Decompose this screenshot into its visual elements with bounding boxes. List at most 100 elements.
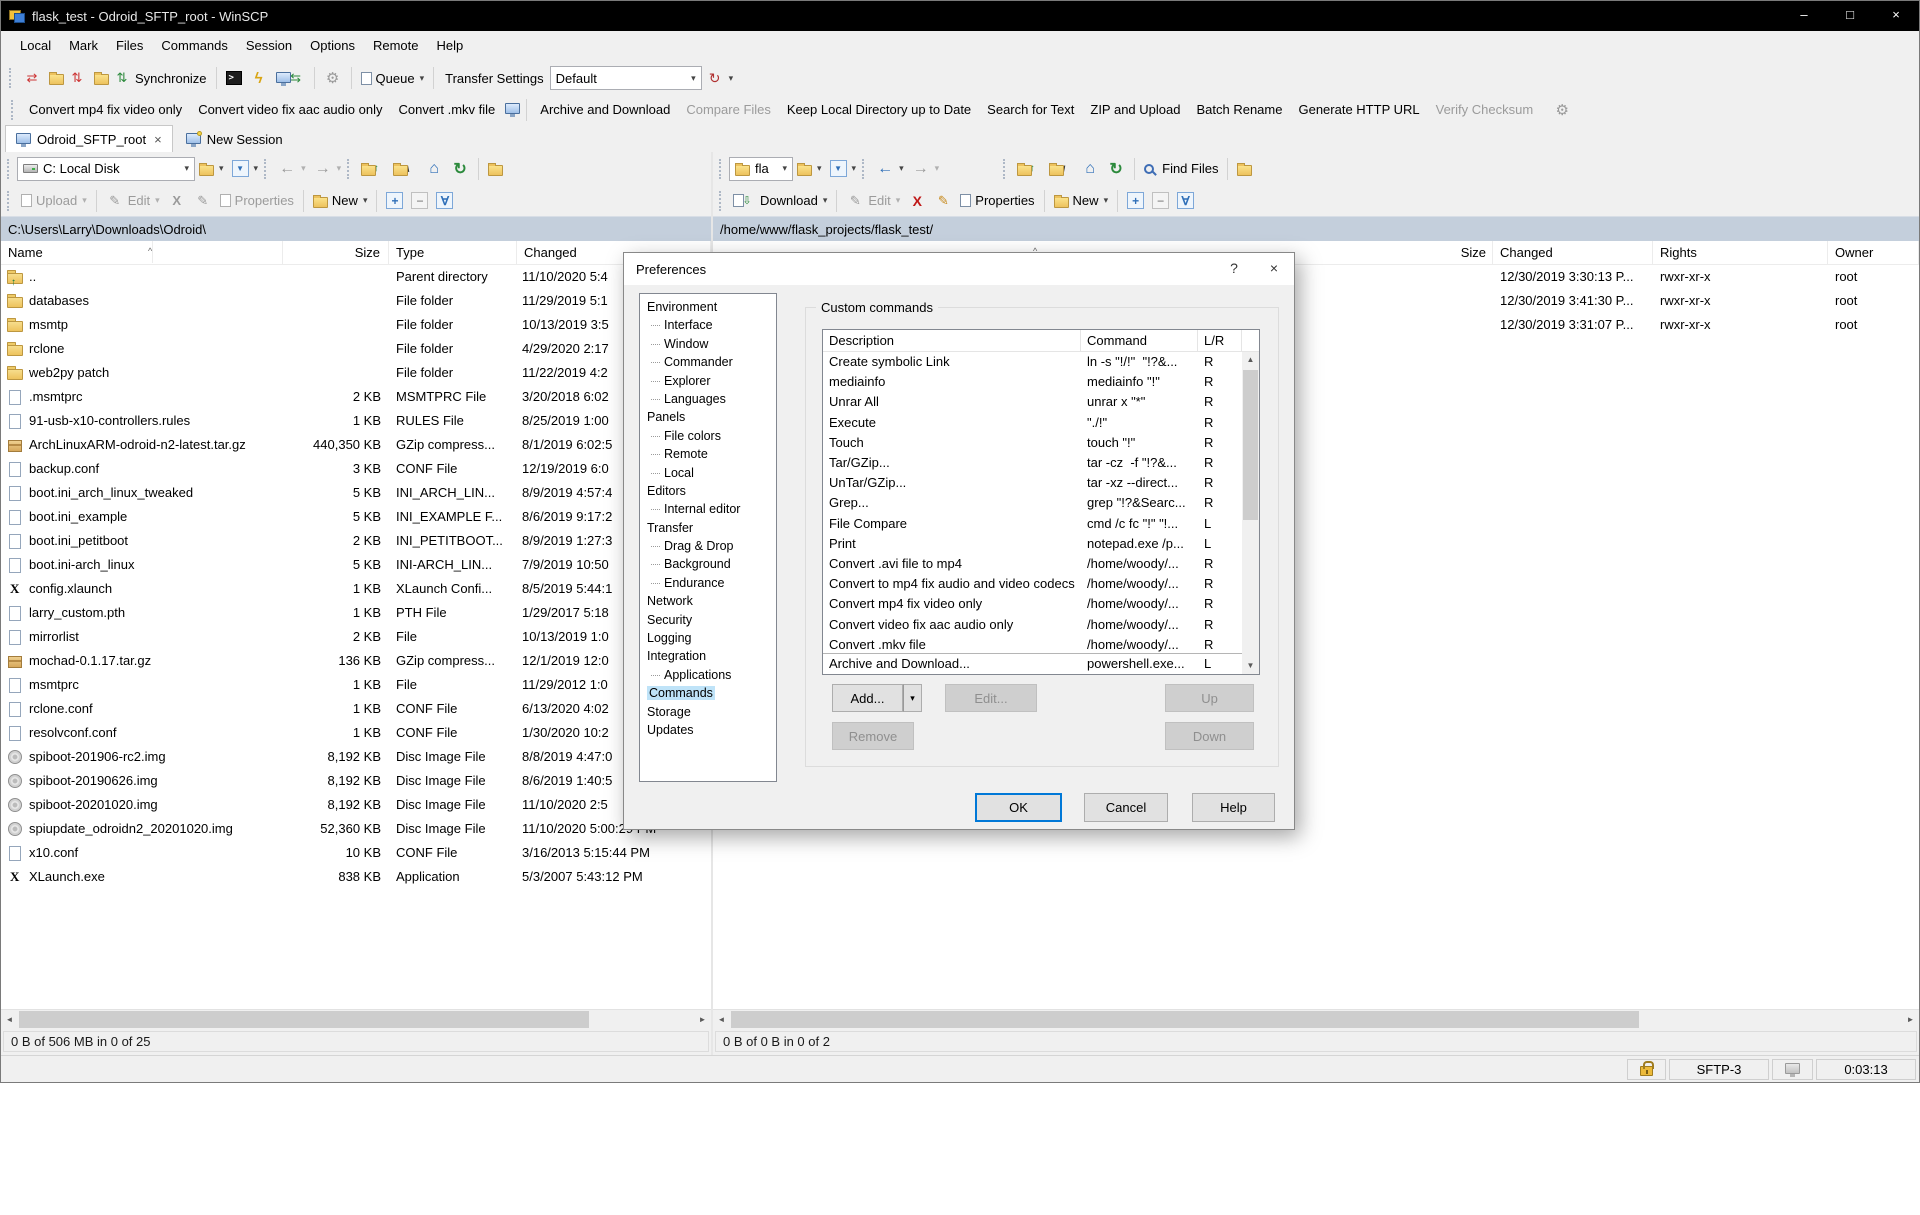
- tree-item-updates[interactable]: Updates: [640, 721, 776, 739]
- column-header-command[interactable]: Command: [1081, 330, 1198, 351]
- file-row[interactable]: boot.ini_arch_linux_tweaked 5 KB INI_ARC…: [1, 481, 711, 505]
- rename-button[interactable]: ✎: [190, 188, 216, 214]
- column-header-size[interactable]: Size: [1453, 241, 1493, 264]
- file-row[interactable]: x10.conf 10 KB CONF File 3/16/2013 5:15:…: [1, 841, 711, 865]
- scrollbar-thumb[interactable]: [731, 1011, 1639, 1028]
- transfer-preset-button[interactable]: ↻▾: [702, 65, 738, 91]
- select-files-button[interactable]: +: [1123, 188, 1148, 214]
- menu-item-mark[interactable]: Mark: [60, 31, 107, 61]
- custom-command-button[interactable]: Search for Text: [979, 95, 1082, 124]
- dialog-close-button[interactable]: ×: [1254, 253, 1294, 285]
- tree-view-button[interactable]: [1233, 156, 1256, 182]
- remove-button[interactable]: Remove: [832, 722, 914, 750]
- remote-sync-button[interactable]: ⇆: [272, 65, 309, 91]
- column-header-lr[interactable]: L/R: [1198, 330, 1242, 351]
- tab-new-session[interactable]: New Session: [175, 125, 294, 152]
- file-row[interactable]: mirrorlist 2 KB File 10/13/2019 1:0: [1, 625, 711, 649]
- tree-item-explorer[interactable]: Explorer: [640, 372, 776, 390]
- properties-button[interactable]: Properties: [216, 188, 298, 214]
- scroll-right-icon[interactable]: ►: [1902, 1010, 1919, 1029]
- tree-item-local[interactable]: Local: [640, 464, 776, 482]
- tree-item-background[interactable]: Background: [640, 555, 776, 573]
- tree-view-button[interactable]: [484, 156, 507, 182]
- tree-item-endurance[interactable]: Endurance: [640, 574, 776, 592]
- file-row[interactable]: msmtprc 1 KB File 11/29/2012 1:0: [1, 673, 711, 697]
- tree-item-commands[interactable]: Commands: [640, 684, 776, 702]
- scroll-right-icon[interactable]: ►: [694, 1010, 711, 1029]
- file-row[interactable]: resolvconf.conf 1 KB CONF File 1/30/2020…: [1, 721, 711, 745]
- open-directory-button[interactable]: ▾: [195, 156, 228, 182]
- menu-item-local[interactable]: Local: [11, 31, 60, 61]
- delete-button[interactable]: X: [904, 188, 930, 214]
- command-row[interactable]: File Compare cmd /c fc "!" "!... L: [823, 514, 1242, 534]
- select-all-button[interactable]: ∀: [432, 188, 457, 214]
- edit-button[interactable]: Edit...: [945, 684, 1037, 712]
- back-button[interactable]: ←▾: [872, 156, 908, 182]
- tree-item-network[interactable]: Network: [640, 592, 776, 610]
- close-button[interactable]: ×: [1873, 1, 1919, 31]
- find-files-button[interactable]: Find Files: [1140, 156, 1222, 182]
- command-row[interactable]: Print notepad.exe /p... L: [823, 534, 1242, 554]
- chevron-down-icon[interactable]: ▾: [254, 163, 259, 174]
- back-button[interactable]: ←▾: [274, 156, 310, 182]
- tree-item-languages[interactable]: Languages: [640, 390, 776, 408]
- edit-button[interactable]: ✎Edit▾: [842, 188, 904, 214]
- close-tab-icon[interactable]: ×: [154, 132, 162, 147]
- tree-item-logging[interactable]: Logging: [640, 629, 776, 647]
- tree-item-panels[interactable]: Panels: [640, 408, 776, 426]
- custom-command-button[interactable]: Convert .mkv file: [390, 95, 503, 124]
- command-row[interactable]: Grep... grep "!?&Searc... R: [823, 493, 1242, 513]
- local-path-bar[interactable]: C:\Users\Larry\Downloads\Odroid\: [1, 216, 711, 241]
- tree-item-security[interactable]: Security: [640, 611, 776, 629]
- forward-button[interactable]: →▾: [310, 156, 346, 182]
- menu-item-remote[interactable]: Remote: [364, 31, 428, 61]
- parent-directory-button[interactable]: ↑: [1013, 156, 1045, 182]
- unselect-files-button[interactable]: −: [407, 188, 432, 214]
- filter-button[interactable]: ▼▾: [228, 156, 263, 182]
- file-row[interactable]: databases File folder 11/29/2019 5:1: [1, 289, 711, 313]
- command-row[interactable]: Convert .avi file to mp4 /home/woody/...…: [823, 554, 1242, 574]
- menu-item-session[interactable]: Session: [237, 31, 301, 61]
- root-directory-button[interactable]: /: [1045, 156, 1077, 182]
- help-button[interactable]: Help: [1192, 793, 1275, 822]
- file-row[interactable]: XLaunch.exe 838 KB Application 5/3/2007 …: [1, 865, 711, 889]
- file-row[interactable]: rclone File folder 4/29/2020 2:17: [1, 337, 711, 361]
- scrollbar-thumb[interactable]: [1243, 370, 1258, 520]
- scroll-up-icon[interactable]: ▲: [1242, 352, 1259, 368]
- queue-button[interactable]: Queue▾: [357, 65, 429, 91]
- custom-command-button[interactable]: Keep Local Directory up to Date: [779, 95, 979, 124]
- dialog-help-button[interactable]: ?: [1214, 253, 1254, 285]
- menu-item-commands[interactable]: Commands: [152, 31, 236, 61]
- rename-button[interactable]: ✎: [930, 188, 956, 214]
- ok-button[interactable]: OK: [975, 793, 1062, 822]
- chevron-down-icon[interactable]: ▾: [729, 73, 734, 84]
- upload-button[interactable]: Upload▾: [17, 188, 91, 214]
- command-row[interactable]: Create symbolic Link ln -s "!/!" "!?&...…: [823, 352, 1242, 372]
- custom-command-button[interactable]: Convert mp4 fix video only: [21, 95, 190, 124]
- file-row[interactable]: ↑.. Parent directory 11/10/2020 5:4: [1, 265, 711, 289]
- file-row[interactable]: spiboot-201906-rc2.img 8,192 KB Disc Ima…: [1, 745, 711, 769]
- column-header-description[interactable]: Description: [823, 330, 1081, 351]
- file-row[interactable]: boot.ini_example 5 KB INI_EXAMPLE F... 8…: [1, 505, 711, 529]
- tree-item-internal-editor[interactable]: Internal editor: [640, 500, 776, 518]
- local-drive-select[interactable]: C: Local Disk▾: [17, 157, 195, 181]
- file-row[interactable]: boot.ini-arch_linux 5 KB INI-ARCH_LIN...…: [1, 553, 711, 577]
- file-row[interactable]: .msmtprc 2 KB MSMTPRC File 3/20/2018 6:0…: [1, 385, 711, 409]
- add-button[interactable]: Add...: [832, 684, 903, 712]
- filter-button[interactable]: ▼▾: [826, 156, 861, 182]
- file-row[interactable]: backup.conf 3 KB CONF File 12/19/2019 6:…: [1, 457, 711, 481]
- download-button[interactable]: ⇩Download▾: [729, 188, 831, 214]
- new-button[interactable]: New▾: [309, 188, 372, 214]
- file-row[interactable]: spiboot-20190626.img 8,192 KB Disc Image…: [1, 769, 711, 793]
- scrollbar-thumb[interactable]: [19, 1011, 589, 1028]
- column-header-rights[interactable]: Rights: [1653, 241, 1828, 264]
- command-row[interactable]: Convert mp4 fix video only /home/woody/.…: [823, 594, 1242, 614]
- down-button[interactable]: Down: [1165, 722, 1254, 750]
- sync-panels-button[interactable]: ⇄: [19, 65, 45, 91]
- tree-item-commander[interactable]: Commander: [640, 353, 776, 371]
- file-row[interactable]: rclone.conf 1 KB CONF File 6/13/2020 4:0…: [1, 697, 711, 721]
- delete-button[interactable]: X: [164, 188, 190, 214]
- tree-item-applications[interactable]: Applications: [640, 666, 776, 684]
- file-row[interactable]: boot.ini_petitboot 2 KB INI_PETITBOOT...…: [1, 529, 711, 553]
- refresh-button[interactable]: ↻: [1103, 156, 1129, 182]
